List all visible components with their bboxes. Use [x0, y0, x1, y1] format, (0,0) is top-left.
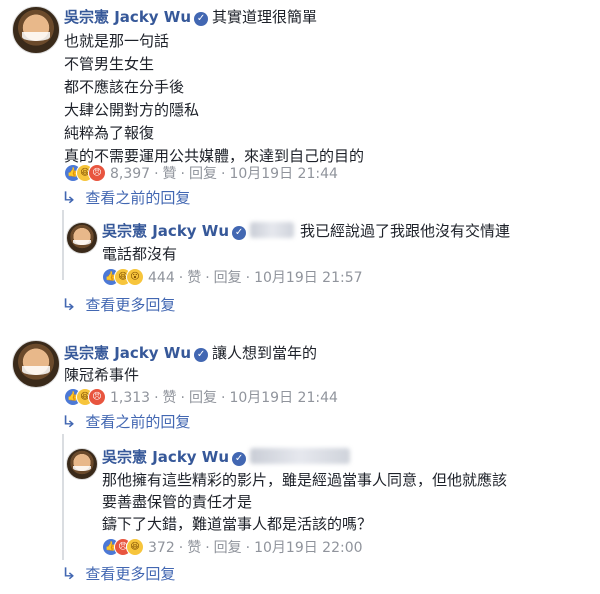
wow-reaction-icon: 😮	[126, 268, 144, 286]
comment-text-line: 不管男生女生	[64, 55, 155, 73]
comment-text-line: 也就是那一句話	[64, 32, 170, 50]
timestamp[interactable]: 10月19日 21:44	[229, 390, 337, 406]
reply-text-line: 電話都沒有	[102, 245, 178, 263]
reaction-count[interactable]: 8,397	[110, 166, 150, 182]
reply-arrow-icon: ↳	[60, 412, 77, 431]
reply-arrow-icon: ↳	[60, 188, 77, 207]
reaction-count[interactable]: 372	[148, 540, 175, 556]
comment-meta: 👍 😆 😠 1,313 · 赞 · 回复 · 10月19日 21:44	[64, 388, 338, 408]
verified-badge-icon: ✓	[232, 452, 247, 466]
reply-button[interactable]: 回复	[214, 270, 242, 286]
reply-text-line: 要善盡保管的責任才是	[102, 493, 253, 511]
haha-reaction-icon: 😆	[126, 538, 144, 556]
avatar[interactable]	[12, 340, 60, 388]
blurred-mention	[250, 448, 351, 464]
timestamp[interactable]: 10月19日 21:57	[254, 270, 362, 286]
reply-meta: 👍 😠 😆 372 · 赞 · 回复 · 10月19日 22:00	[102, 538, 363, 558]
timestamp[interactable]: 10月19日 21:44	[229, 166, 337, 182]
comment-text-line: 其實道理很簡單	[212, 8, 318, 26]
author-name[interactable]: 吳宗憲 Jacky Wu	[64, 8, 191, 26]
reactions[interactable]: 👍 😠 😆	[102, 538, 144, 556]
avatar[interactable]	[12, 6, 60, 54]
comment-text-line: 都不應該在分手後	[64, 78, 185, 96]
view-more-replies-label: 查看更多回复	[85, 296, 176, 314]
like-button[interactable]: 赞	[187, 270, 201, 286]
view-previous-replies-label: 查看之前的回复	[85, 413, 191, 431]
like-button[interactable]: 赞	[187, 540, 201, 556]
author-name[interactable]: 吳宗憲 Jacky Wu	[64, 344, 191, 362]
verified-badge-icon: ✓	[194, 348, 209, 362]
reply-thread-line	[62, 434, 64, 560]
reply-meta: 👍 😆 😮 444 · 赞 · 回复 · 10月19日 21:57	[102, 268, 363, 288]
comment-text-line: 讓人想到當年的	[212, 344, 318, 362]
view-previous-replies-label: 查看之前的回复	[85, 189, 191, 207]
reply-button[interactable]: 回复	[189, 166, 217, 182]
view-previous-replies[interactable]: ↳ 查看之前的回复	[60, 188, 191, 208]
verified-badge-icon: ✓	[232, 226, 247, 240]
reactions[interactable]: 👍 😆 😮	[102, 268, 144, 286]
comment-1: 吳宗憲 Jacky Wu ✓ 其實道理很簡單 也就是那一句話 不管男生女生 都不應該…	[0, 0, 600, 320]
reply-thread-line	[62, 210, 64, 280]
comment-2: 吳宗憲 Jacky Wu ✓ 讓人想到當年的 陳冠希事件 👍 😆 😠 1,313 · 赞…	[0, 336, 600, 594]
comment-header: 吳宗憲 Jacky Wu ✓ 其實道理很簡單	[64, 6, 317, 28]
comment-text-line: 大肆公開對方的隱私	[64, 101, 200, 119]
blurred-mention	[250, 222, 295, 238]
reply-button[interactable]: 回复	[214, 540, 242, 556]
author-name[interactable]: 吳宗憲 Jacky Wu	[102, 222, 229, 240]
author-name[interactable]: 吳宗憲 Jacky Wu	[102, 448, 229, 466]
view-more-replies-label: 查看更多回复	[85, 565, 176, 583]
reply-text-line: 我已經說過了我跟他沒有交情連	[300, 222, 511, 240]
comment-header: 吳宗憲 Jacky Wu ✓ 讓人想到當年的	[64, 342, 317, 364]
like-button[interactable]: 贊	[163, 166, 177, 182]
view-more-replies[interactable]: ↳ 查看更多回复	[60, 295, 176, 315]
reaction-count[interactable]: 444	[148, 270, 175, 286]
angry-reaction-icon: 😠	[88, 164, 106, 182]
comment-text-line: 陳冠希事件	[64, 366, 140, 384]
verified-badge-icon: ✓	[194, 12, 209, 26]
reply-text-line: 那他擁有這些精彩的影片，雖是經過當事人同意，但他就應該	[102, 471, 508, 489]
reply-text-line: 鑄下了大錯，難道當事人都是活該的嗎？	[102, 515, 373, 533]
reply-arrow-icon: ↳	[60, 564, 77, 583]
comment-text-line: 純粹為了報復	[64, 124, 155, 142]
reply-arrow-icon: ↳	[60, 295, 77, 314]
avatar[interactable]	[66, 448, 98, 480]
angry-reaction-icon: 😠	[88, 388, 106, 406]
reply-header: 吳宗憲 Jacky Wu ✓ 我已經說過了我跟他沒有交情連	[102, 220, 510, 242]
comment-meta: 👍 😆 😠 8,397 · 贊 · 回复 · 10月19日 21:44	[64, 164, 338, 184]
reply-button[interactable]: 回复	[189, 390, 217, 406]
reactions[interactable]: 👍 😆 😠	[64, 164, 106, 182]
view-more-replies[interactable]: ↳ 查看更多回复	[60, 564, 176, 584]
avatar[interactable]	[66, 222, 98, 254]
reply-header: 吳宗憲 Jacky Wu ✓	[102, 446, 356, 468]
timestamp[interactable]: 10月19日 22:00	[254, 540, 362, 556]
reaction-count[interactable]: 1,313	[110, 390, 150, 406]
like-button[interactable]: 赞	[163, 390, 177, 406]
view-previous-replies[interactable]: ↳ 查看之前的回复	[60, 412, 191, 432]
reactions[interactable]: 👍 😆 😠	[64, 388, 106, 406]
